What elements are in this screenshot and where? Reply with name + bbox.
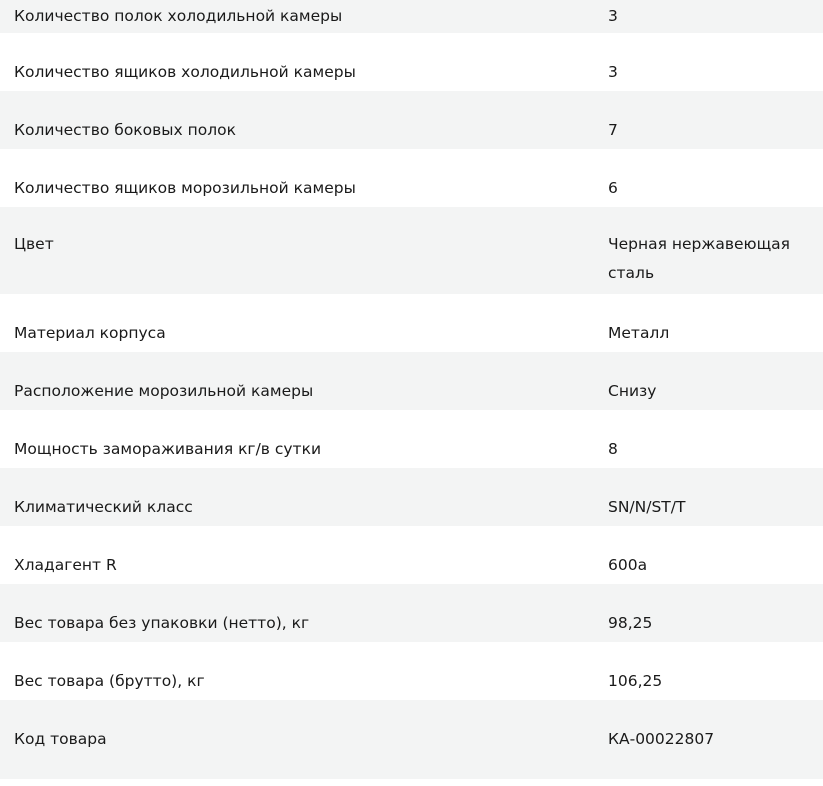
specs-table: Количество полок холодильной камеры 3 Ко… bbox=[0, 0, 823, 779]
spec-row: Климатический класс SN/N/ST/T bbox=[0, 468, 823, 526]
spec-row: Расположение морозильной камеры Снизу bbox=[0, 352, 823, 410]
spec-value: Снизу bbox=[608, 382, 657, 400]
spec-label: Мощность замораживания кг/в сутки bbox=[14, 440, 322, 458]
spec-value: 7 bbox=[608, 121, 618, 139]
spec-label: Количество полок холодильной камеры bbox=[14, 7, 343, 25]
spec-row: Количество боковых полок 7 bbox=[0, 91, 823, 149]
spec-row: Количество ящиков морозильной камеры 6 bbox=[0, 149, 823, 207]
spec-label: Хладагент R bbox=[14, 556, 117, 574]
spec-label: Расположение морозильной камеры bbox=[14, 382, 314, 400]
spec-row: Код товара КА-00022807 bbox=[0, 700, 823, 767]
spec-label: Цвет bbox=[14, 235, 54, 253]
spec-row: Хладагент R 600a bbox=[0, 526, 823, 584]
spec-row: Материал корпуса Металл bbox=[0, 294, 823, 352]
spec-value: SN/N/ST/T bbox=[608, 498, 686, 516]
spec-row: Вес товара (брутто), кг 106,25 bbox=[0, 642, 823, 700]
spec-label: Количество ящиков холодильной камеры bbox=[14, 63, 356, 81]
spec-value: 600a bbox=[608, 556, 648, 574]
spec-value: 98,25 bbox=[608, 614, 653, 632]
spec-row: Вес товара без упаковки (нетто), кг 98,2… bbox=[0, 584, 823, 642]
spec-row: Количество полок холодильной камеры 3 bbox=[0, 0, 823, 33]
spec-value: 6 bbox=[608, 179, 618, 197]
spec-label: Код товара bbox=[14, 730, 107, 748]
spec-value: 3 bbox=[608, 7, 618, 25]
spec-label: Количество боковых полок bbox=[14, 121, 236, 139]
spec-label: Материал корпуса bbox=[14, 324, 166, 342]
spec-value: 106,25 bbox=[608, 672, 663, 690]
spec-label: Вес товара без упаковки (нетто), кг bbox=[14, 614, 310, 632]
spec-value: 3 bbox=[608, 63, 618, 81]
spec-value: Металл bbox=[608, 324, 670, 342]
spec-value: Черная нержавеющая сталь bbox=[608, 235, 790, 282]
table-bottom-strip bbox=[0, 767, 823, 779]
spec-row: Цвет Черная нержавеющая сталь bbox=[0, 207, 823, 294]
spec-label: Количество ящиков морозильной камеры bbox=[14, 179, 356, 197]
spec-label: Климатический класс bbox=[14, 498, 193, 516]
spec-value: КА-00022807 bbox=[608, 730, 715, 748]
spec-label: Вес товара (брутто), кг bbox=[14, 672, 205, 690]
spec-row: Количество ящиков холодильной камеры 3 bbox=[0, 33, 823, 91]
spec-value: 8 bbox=[608, 440, 618, 458]
spec-row: Мощность замораживания кг/в сутки 8 bbox=[0, 410, 823, 468]
